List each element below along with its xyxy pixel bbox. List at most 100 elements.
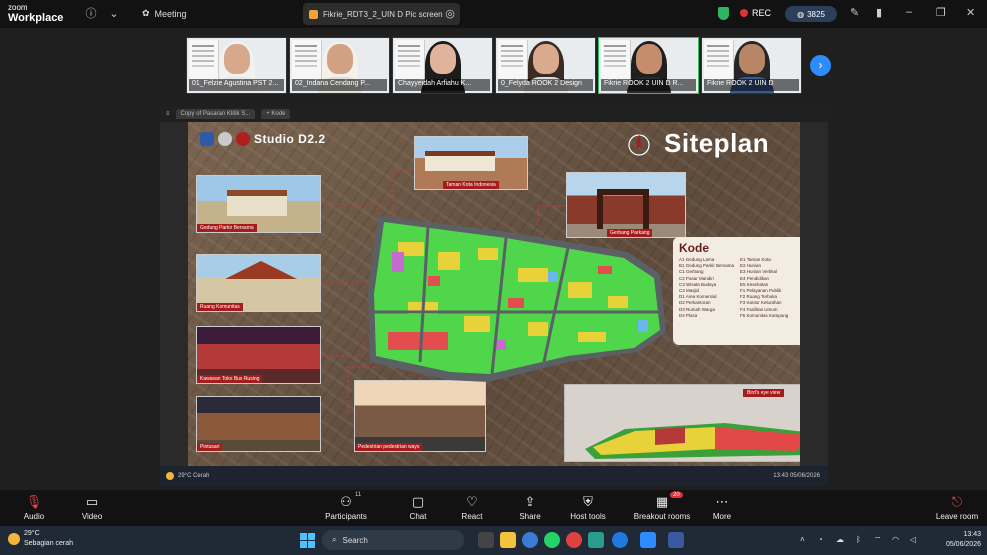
tray-app-icon[interactable]: ◔: [818, 535, 823, 544]
shared-screen: ≡ Copy of Pasaran Klitik S... + Kode Stu…: [160, 106, 828, 486]
share-screen-icon: ⇪: [524, 494, 536, 509]
camera-icon: ▭: [85, 494, 99, 509]
info-icon[interactable]: ⓘ: [84, 7, 98, 21]
kode-item: F5 Komunitas Kampung: [740, 312, 789, 318]
browser-tab-bar: ≡ Copy of Pasaran Klitik S... + Kode: [160, 106, 828, 122]
slide-thumbnail: [395, 40, 425, 80]
maximize-icon[interactable]: ❐: [936, 6, 946, 19]
zoom-window: zoom Workplace ⓘ ⌄ ✿ Meeting Fikrie_RDT3…: [0, 0, 987, 555]
participant-name: Fikrie ROOK 2 UIN D R...: [601, 79, 696, 91]
siteplan-slide: Studio D2.2 Siteplan Gedung Parkir Bersa…: [188, 122, 800, 466]
participant-name: 02_Indana Cendang P...: [292, 79, 387, 91]
react-button[interactable]: ♡ React: [442, 492, 502, 521]
taskbar-search[interactable]: ⌕ Search: [322, 530, 464, 550]
globe-icon: ◍: [797, 9, 805, 19]
browser-tab-2[interactable]: + Kode: [261, 109, 291, 119]
participant-badge[interactable]: ◍ 3825: [785, 6, 837, 22]
kode-item: D4 Plaza: [679, 312, 698, 318]
teams-icon[interactable]: [668, 532, 684, 548]
sun-icon: [8, 533, 20, 545]
chevron-down-icon[interactable]: ⌄: [107, 7, 121, 21]
windows-taskbar: 29°C Sebagian cerah ⌕ Search ˄ ◔ ☁ ᛒ ⌔ ◠…: [0, 526, 987, 555]
tray-wifi-icon[interactable]: ◠: [892, 535, 899, 544]
slide-thumbnail: [704, 40, 734, 80]
participant-face: [532, 44, 559, 74]
title-bar: zoom Workplace ⓘ ⌄ ✿ Meeting Fikrie_RDT3…: [0, 0, 987, 28]
tray-chevron-icon[interactable]: ˄: [800, 535, 805, 544]
participant-tile[interactable]: 02_Indana Cendang P...: [289, 37, 390, 94]
share-button[interactable]: ⇪ Share: [500, 492, 560, 521]
people-icon: ⚇: [340, 494, 352, 509]
task-view-icon[interactable]: [478, 532, 494, 548]
recording-indicator[interactable]: REC: [740, 8, 771, 18]
slide-thumbnail: [189, 40, 219, 80]
browser-tab[interactable]: Copy of Pasaran Klitik S...: [175, 109, 256, 119]
view-options-icon[interactable]: ◎: [443, 7, 457, 21]
kode-legend: Kode A1 Gedung Lama B1 Gedung Parkir Bers…: [673, 237, 800, 345]
inner-weather: 29°C Cerah: [178, 473, 210, 479]
kode-title: Kode: [679, 241, 709, 255]
participants-button[interactable]: ⚇ 11 Participants: [316, 492, 376, 521]
share-tab[interactable]: Fikrie_RDT3_2_UIN D Pic screen: [303, 3, 460, 25]
taskbar-clock[interactable]: 13:43 05/06/2026: [925, 530, 981, 550]
participant-name: 0_Felyda ROOK 2 Design: [498, 79, 593, 91]
security-shield-icon[interactable]: [718, 7, 729, 20]
search-icon: ⌕: [332, 535, 337, 544]
audio-button[interactable]: 🎙 Audio: [4, 492, 64, 521]
next-page-button[interactable]: ›: [810, 55, 831, 76]
browser-menu-icon[interactable]: ≡: [166, 111, 170, 117]
participant-name: Chayyeidah Arfiahu K...: [395, 79, 490, 91]
participant-tile[interactable]: 01_Felzie Agustina PST 2...: [186, 37, 287, 94]
birdseye-caption: Bird's eye view: [743, 389, 785, 397]
birdseye-render: [585, 423, 800, 459]
split-view-icon[interactable]: ▮: [876, 6, 882, 19]
inner-taskbar: 29°C Cerah 13:43 05/06/2026: [160, 466, 828, 486]
participants-count: 11: [355, 492, 362, 498]
participant-tile[interactable]: Fikrie ROOK 2 UIN D: [701, 37, 802, 94]
participant-name: Fikrie ROOK 2 UIN D: [704, 79, 799, 91]
heart-icon: ♡: [466, 494, 478, 509]
record-dot-icon: [740, 9, 748, 17]
pen-icon[interactable]: ✎: [850, 6, 859, 19]
share-icon: [309, 9, 318, 19]
slide-thumbnail: [498, 40, 528, 80]
close-icon[interactable]: ✕: [966, 6, 975, 19]
file-explorer-icon[interactable]: [500, 532, 516, 548]
windows-start-icon[interactable]: [300, 533, 315, 548]
participant-tile[interactable]: 0_Felyda ROOK 2 Design: [495, 37, 596, 94]
kode-right-column: E1 Taman Kota E2 Hunian E3 Hunian Vertikal…: [740, 257, 788, 319]
chrome-icon[interactable]: [566, 532, 582, 548]
tray-network-icon[interactable]: ⌔: [874, 535, 882, 545]
participant-strip: 01_Felzie Agustina PST 2... 02_Indana Cen…: [186, 37, 802, 94]
breakout-rooms-button[interactable]: ▦ 20 Breakout rooms: [632, 492, 692, 521]
participant-face: [635, 44, 662, 74]
kode-left-column: A1 Gedung Lama B1 Gedung Parkir Bersama C1…: [679, 257, 734, 319]
more-button[interactable]: ⋯ More: [692, 492, 752, 521]
meeting-menu[interactable]: ✿ Meeting: [142, 8, 187, 19]
whatsapp-icon[interactable]: [544, 532, 560, 548]
browser-icon[interactable]: [612, 532, 628, 548]
chat-button[interactable]: ▢ Chat: [388, 492, 448, 521]
participant-tile[interactable]: Chayyeidah Arfiahu K...: [392, 37, 493, 94]
tray-volume-icon[interactable]: ◁: [910, 535, 916, 544]
leave-icon: ⎋: [951, 494, 963, 509]
video-button[interactable]: ▭ Video: [62, 492, 122, 521]
siteplan-map: [368, 216, 666, 382]
breakout-badge: 20: [670, 492, 683, 498]
inner-clock: 13:43 05/06/2026: [773, 473, 820, 479]
leave-room-button[interactable]: ⎋ Leave room: [932, 492, 982, 521]
tray-bluetooth-icon[interactable]: ᛒ: [856, 535, 861, 544]
weather-widget[interactable]: 29°C Sebagian cerah: [8, 529, 73, 549]
edge-dev-icon[interactable]: [588, 532, 604, 548]
zoom-app-icon[interactable]: [640, 532, 656, 548]
breakout-icon: ▦: [655, 494, 669, 509]
tray-cloud-icon[interactable]: ☁: [836, 535, 844, 544]
participant-face: [326, 44, 353, 74]
participant-face: [223, 44, 250, 74]
host-tools-button[interactable]: ⛨ Host tools: [558, 492, 618, 521]
participant-tile[interactable]: Fikrie ROOK 2 UIN D R...: [598, 37, 699, 94]
shield-icon: ⛨: [583, 494, 593, 509]
inner-weather-icon: [166, 472, 174, 480]
minimize-icon[interactable]: –: [906, 6, 912, 18]
edge-icon[interactable]: [522, 532, 538, 548]
